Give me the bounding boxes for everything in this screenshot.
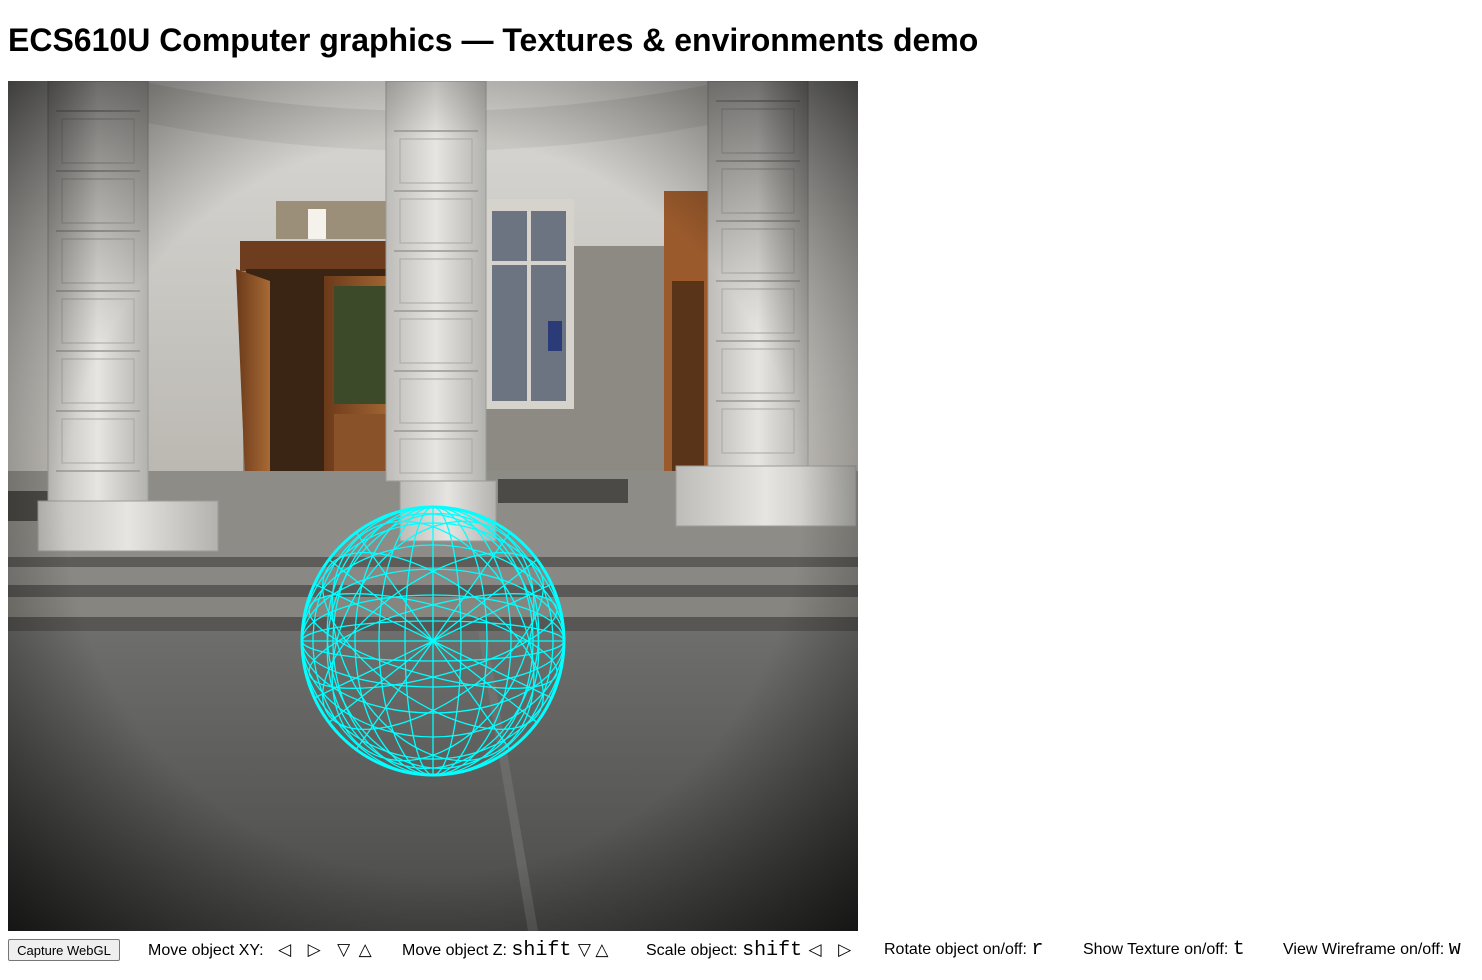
scale-right-arrow-icon[interactable]: ▷	[838, 938, 851, 962]
move-up-arrow-icon[interactable]: △	[359, 938, 372, 962]
rotate-key[interactable]: r	[1031, 938, 1043, 961]
move-left-arrow-icon[interactable]: ◁	[278, 938, 291, 962]
scale-control: Scale object: shift ◁ ▷	[646, 938, 855, 963]
wireframe-label: View Wireframe on/off:	[1283, 941, 1445, 958]
page-title: ECS610U Computer graphics — Textures & e…	[8, 22, 979, 58]
scale-shift-key: shift	[742, 939, 803, 962]
texture-control: Show Texture on/off: t	[1083, 938, 1245, 962]
texture-label: Show Texture on/off:	[1083, 941, 1229, 958]
move-xy-label: Move object XY:	[148, 942, 264, 959]
wireframe-control: View Wireframe on/off: w	[1283, 938, 1461, 962]
scale-left-arrow-icon[interactable]: ◁	[809, 938, 822, 962]
controls-bar: Capture WebGL Move object XY: ◁ ▷ ▽ △ Mo…	[8, 936, 1482, 964]
rotate-control: Rotate object on/off: r	[884, 938, 1043, 962]
wireframe-key[interactable]: w	[1449, 938, 1461, 961]
rotate-label: Rotate object on/off:	[884, 941, 1027, 958]
move-z-up-arrow-icon[interactable]: △	[595, 938, 608, 962]
move-xy-control: Move object XY: ◁ ▷ ▽ △	[148, 938, 376, 963]
move-z-shift-key: shift	[511, 939, 572, 962]
move-down-arrow-icon[interactable]: ▽	[337, 938, 350, 962]
texture-key[interactable]: t	[1233, 938, 1245, 961]
webgl-canvas[interactable]	[8, 81, 858, 931]
scale-label: Scale object:	[646, 942, 738, 959]
move-right-arrow-icon[interactable]: ▷	[308, 938, 321, 962]
move-z-down-arrow-icon[interactable]: ▽	[578, 938, 591, 962]
move-z-label: Move object Z:	[402, 942, 507, 959]
capture-webgl-button[interactable]: Capture WebGL	[8, 939, 120, 961]
move-z-control: Move object Z: shift ▽ △	[402, 938, 608, 963]
